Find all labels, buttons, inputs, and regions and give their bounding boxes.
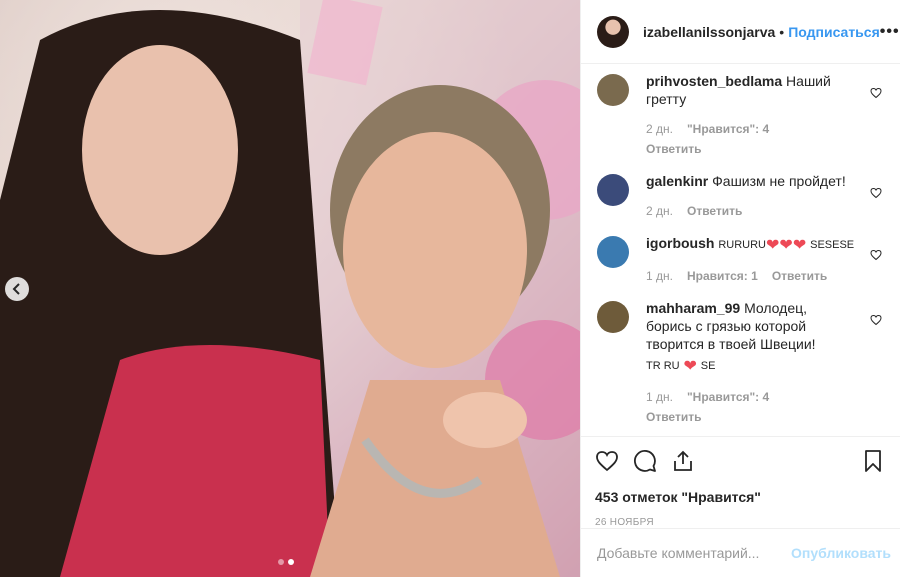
comment-meta: 1 дн. "Нравится": 4	[646, 388, 856, 406]
reply-button[interactable]: Ответить	[687, 202, 742, 220]
publish-button[interactable]: Опубликовать	[791, 545, 891, 561]
post-actions: 453 отметок "Нравится" 26 НОЯБРЯ	[581, 436, 900, 528]
action-icons	[595, 447, 885, 475]
comment-text-prefix: RURURU	[718, 239, 766, 251]
comment-line2-suffix: SE	[700, 360, 716, 372]
comment-like-heart-icon[interactable]	[870, 86, 882, 102]
separator: •	[779, 23, 785, 40]
red-heart-icon: ❤	[683, 358, 697, 375]
comment-like-heart-icon[interactable]	[870, 248, 882, 264]
share-upload-icon[interactable]	[671, 449, 695, 473]
comment-meta: 1 дн. Нравится: 1 Ответить	[646, 267, 856, 285]
comment-item: igorboush RURURU❤❤❤ SESESE 1 дн. Нравитс…	[597, 234, 884, 285]
comment-input[interactable]	[597, 545, 792, 561]
comment-like-heart-icon[interactable]	[870, 313, 882, 329]
carousel-dot-active[interactable]	[288, 559, 294, 565]
comment-username[interactable]: prihvosten_bedlama	[646, 73, 782, 89]
reply-button[interactable]: Ответить	[646, 408, 856, 426]
comment-bubble-icon[interactable]	[633, 449, 657, 473]
comment-meta: 2 дн. "Нравится": 4	[646, 120, 856, 138]
avatar[interactable]	[597, 15, 629, 48]
comment-item: prihvosten_bedlama Наший гретту 2 дн. "Н…	[597, 72, 884, 158]
heart-outline-icon[interactable]	[595, 449, 619, 473]
add-comment-bar: Опубликовать	[581, 528, 900, 577]
comment-like-heart-icon[interactable]	[870, 186, 882, 202]
comment-time[interactable]: 1 дн.	[646, 388, 673, 406]
comment-likes[interactable]: "Нравится": 4	[687, 388, 769, 406]
avatar[interactable]	[597, 301, 629, 333]
comment-username[interactable]: mahharam_99	[646, 300, 740, 316]
comments-list[interactable]: prihvosten_bedlama Наший гретту 2 дн. "Н…	[581, 64, 900, 435]
post-sidebar: izabellanilssonjarva • Подписаться ••• p…	[580, 0, 900, 577]
carousel-dots	[278, 559, 294, 565]
comment-time[interactable]: 1 дн.	[646, 267, 673, 285]
reply-button[interactable]: Ответить	[646, 140, 856, 158]
post-username[interactable]: izabellanilssonjarva	[643, 24, 775, 40]
reply-button[interactable]: Ответить	[772, 267, 827, 285]
post-date[interactable]: 26 НОЯБРЯ	[595, 517, 885, 528]
carousel-dot[interactable]	[278, 559, 284, 565]
comment-line2-prefix: TR RU	[646, 360, 680, 372]
comment-time[interactable]: 2 дн.	[646, 202, 673, 220]
post-header: izabellanilssonjarva • Подписаться •••	[581, 0, 900, 64]
comment-time[interactable]: 2 дн.	[646, 120, 673, 138]
comment-username[interactable]: igorboush	[646, 235, 714, 251]
comment-text: Фашизм не пройдет!	[712, 173, 846, 189]
comment-likes[interactable]: Нравится: 1	[687, 267, 758, 285]
chevron-left-icon	[12, 283, 20, 295]
comment-item: galenkinr Фашизм не пройдет! 2 дн. Ответ…	[597, 172, 884, 220]
bookmark-icon[interactable]	[861, 449, 885, 473]
photo-content	[0, 0, 580, 577]
comment-text-suffix: SESESE	[810, 239, 855, 251]
carousel-prev-button[interactable]	[5, 277, 29, 301]
likes-count[interactable]: 453 отметок "Нравится"	[595, 489, 885, 505]
follow-button[interactable]: Подписаться	[788, 24, 880, 40]
avatar[interactable]	[597, 236, 629, 268]
avatar[interactable]	[597, 174, 629, 206]
more-options-button[interactable]: •••	[880, 23, 900, 41]
comment-likes[interactable]: "Нравится": 4	[687, 120, 769, 138]
comment-meta: 2 дн. Ответить	[646, 202, 856, 220]
avatar[interactable]	[597, 74, 629, 106]
post-photo[interactable]	[0, 0, 580, 577]
red-heart-icon: ❤❤❤	[766, 237, 807, 254]
comment-username[interactable]: galenkinr	[646, 173, 708, 189]
comment-item: mahharam_99 Молодец, борись с грязью кот…	[597, 299, 884, 426]
